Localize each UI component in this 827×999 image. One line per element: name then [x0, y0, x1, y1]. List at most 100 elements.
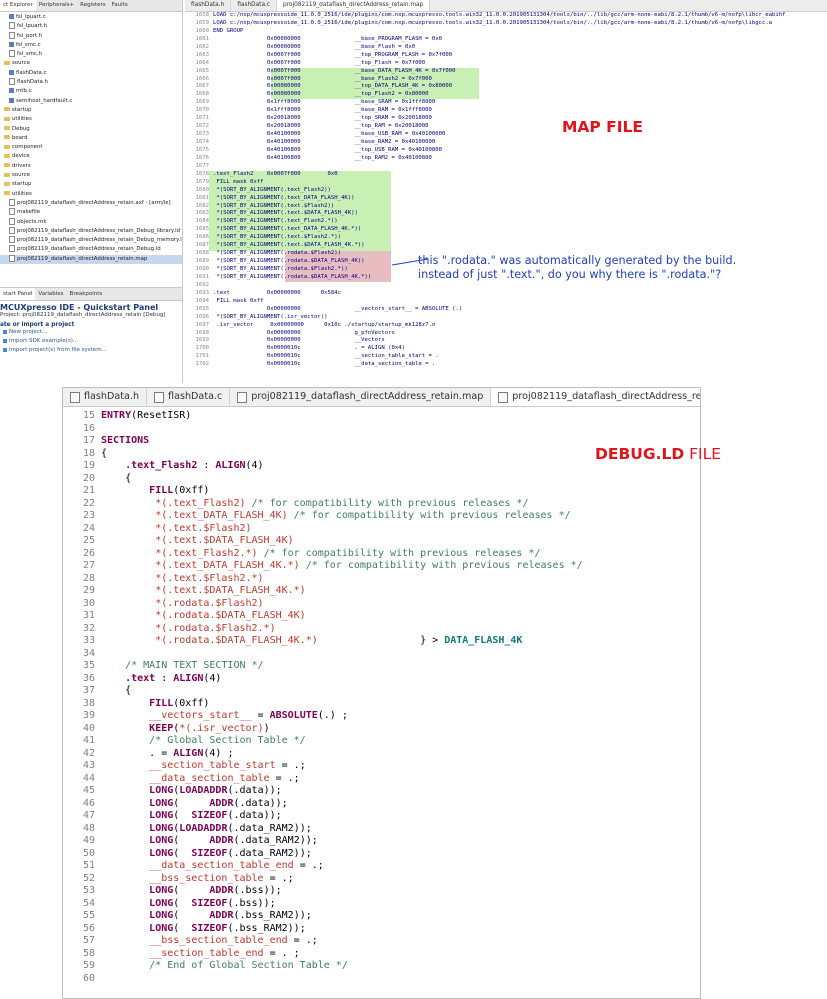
- import-project-icon: [3, 347, 7, 352]
- tab-quickstart[interactable]: start Panel: [0, 288, 36, 300]
- line-text: LONG( SIZEOF(.data));: [101, 810, 281, 823]
- import-sdk-link[interactable]: Import SDK example(s)...: [0, 337, 182, 346]
- line-number: 1698: [195, 329, 209, 336]
- tree-item[interactable]: fsl_lpuart.c: [0, 13, 182, 22]
- code-token: SIZEOF: [191, 922, 228, 934]
- ld-code-line: 15 ENTRY(ResetISR): [63, 410, 700, 423]
- tree-item[interactable]: proj082119_dataflash_directAddress_retai…: [0, 254, 182, 265]
- tree-item[interactable]: flashData.h: [0, 78, 182, 87]
- tab-variables[interactable]: Variables: [35, 288, 66, 300]
- tree-item-label: fsl_lpuart.c: [16, 14, 46, 20]
- line-number: 21: [82, 485, 95, 496]
- tree-item[interactable]: drivers: [0, 162, 182, 171]
- code-token: (: [173, 910, 210, 921]
- tree-item[interactable]: source: [0, 171, 182, 180]
- tree-item[interactable]: proj082119_dataflash_directAddress_retai…: [0, 245, 182, 254]
- tree-item[interactable]: fsl_lpuart.h: [0, 22, 182, 31]
- folder-icon: [4, 126, 10, 131]
- line-text: *(SORT_BY_ALIGNMENT(.isr_vector)): [213, 313, 328, 320]
- tree-item-label: utilities: [12, 116, 32, 123]
- map-code-line: 1702 0x0000010c __data_section_table = .: [185, 361, 827, 369]
- ld-code-line: 22 *(.text_Flash2) /* for compatibility …: [63, 498, 700, 511]
- ld-code-line: 51 __data_section_table_end = .;: [63, 860, 700, 873]
- tab-faults[interactable]: Faults: [109, 0, 131, 11]
- tree-item[interactable]: startup: [0, 106, 182, 115]
- file-icon: [9, 217, 15, 225]
- tree-item[interactable]: fsl_port.h: [0, 31, 182, 41]
- tab-map-file[interactable]: proj082119_dataflash_directAddress_retai…: [277, 0, 431, 11]
- code-token: __bss_section_table_end: [149, 935, 288, 946]
- line-text: .text_Flash2 0x0007f000 0x0: [213, 170, 338, 177]
- map-code-line: 1661 0x00000000 __base_PROGRAM_FLASH = 0…: [185, 36, 827, 44]
- code-token: (4): [245, 460, 264, 471]
- code-token: = .;: [293, 860, 324, 871]
- tab-flashdata-h[interactable]: flashData.h: [185, 0, 232, 11]
- tab-peripherals[interactable]: Peripherals+: [36, 0, 77, 11]
- tree-item[interactable]: utilities: [0, 115, 182, 124]
- tree-item[interactable]: source: [0, 59, 182, 68]
- line-number: 33: [82, 635, 95, 646]
- line-text: /* End of Global Section Table */: [101, 960, 348, 973]
- c-file-icon: [154, 391, 165, 403]
- ld-code-line: 43 __section_table_start = .;: [63, 760, 700, 773]
- tree-item[interactable]: device: [0, 152, 182, 161]
- tab-project-explorer[interactable]: ct Explorer: [0, 0, 36, 11]
- code-token: = .;: [275, 760, 306, 771]
- import-project-link[interactable]: Import project(s) from file system...: [0, 346, 182, 355]
- tree-item[interactable]: Debug: [0, 125, 182, 134]
- tree-item[interactable]: component: [0, 143, 182, 152]
- tree-item[interactable]: fsl_smc.h: [0, 50, 182, 59]
- new-project-link[interactable]: New project...: [0, 328, 182, 337]
- line-text: *(.rodata.$Flash2): [101, 598, 263, 611]
- line-number: 36: [82, 672, 95, 684]
- tree-item[interactable]: semihost_hardfault.c: [0, 97, 182, 106]
- code-token: (0xff): [173, 485, 210, 496]
- line-number: 1701: [195, 353, 209, 360]
- tab-map-file-2[interactable]: proj082119_dataflash_directAddress_retai…: [230, 388, 492, 406]
- code-token: *(.rodata.$DATA_FLASH_4K.*): [155, 635, 318, 646]
- map-code-line: 1697 .isr_vector 0x00000000 0x10c ./star…: [185, 322, 827, 330]
- tree-item[interactable]: mtb.c: [0, 87, 182, 96]
- file-icon: [9, 198, 15, 206]
- code-token: *(.text_Flash2): [155, 497, 246, 509]
- line-number: 1683: [195, 210, 209, 217]
- tree-item[interactable]: proj082119_dataflash_directAddress_retai…: [0, 226, 182, 236]
- ld-code-line: 48 LONG(LOADADDR(.data_RAM2));: [63, 823, 700, 836]
- file-icon: [9, 254, 15, 262]
- tree-item-label: proj082119_dataflash_directAddress_retai…: [17, 237, 182, 244]
- tree-item[interactable]: proj082119_dataflash_directAddress_retai…: [0, 198, 182, 208]
- tree-item[interactable]: utilities: [0, 190, 182, 199]
- debug-ld-file-label: DEBUG.LD FILE: [595, 445, 721, 463]
- tab-debug-ld[interactable]: proj082119_dataflash_directAddress_retai…: [491, 388, 700, 406]
- tree-item[interactable]: makefile: [0, 208, 182, 217]
- tree-item[interactable]: proj082119_dataflash_directAddress_retai…: [0, 236, 182, 245]
- tab-flashdata-c[interactable]: flashData.c: [231, 0, 278, 11]
- tree-item[interactable]: board: [0, 134, 182, 143]
- line-text: 0x0007f000 __top_PROGRAM_FLASH = 0x7f000: [213, 51, 453, 58]
- tab-registers[interactable]: Registers: [77, 0, 109, 11]
- tree-item[interactable]: objects.mk: [0, 217, 182, 227]
- tab-flashdata-c-2[interactable]: flashData.c: [147, 388, 231, 406]
- tab-breakpoints[interactable]: Breakpoints: [67, 288, 106, 300]
- tree-item[interactable]: startup: [0, 180, 182, 189]
- line-number: 23: [82, 510, 95, 521]
- line-number: 25: [82, 535, 95, 546]
- code-token: LONG: [149, 785, 174, 796]
- tree-item-label: proj082119_dataflash_directAddress_retai…: [17, 255, 148, 262]
- line-text: 0x40100000 __base_RAM2 = 0x40100000: [213, 139, 436, 145]
- code-token: /* for compatibility with previous relea…: [245, 497, 529, 509]
- map-code-line: 1680 *(SORT_BY_ALIGNMENT(.text_Flash2)): [185, 187, 827, 195]
- file-icon: [9, 69, 14, 75]
- tab-flashdata-h-2[interactable]: flashData.h: [63, 388, 148, 406]
- new-project-icon: [3, 329, 7, 334]
- tree-item[interactable]: fsl_smc.c: [0, 41, 182, 50]
- line-number: 1666: [195, 75, 209, 82]
- map-file-editor: flashData.h flashData.c proj082119_dataf…: [185, 0, 827, 383]
- map-code-line: 1676 0x40100800 __top_RAM2 = 0x40100800: [185, 155, 827, 163]
- tree-item[interactable]: flashData.c: [0, 69, 182, 78]
